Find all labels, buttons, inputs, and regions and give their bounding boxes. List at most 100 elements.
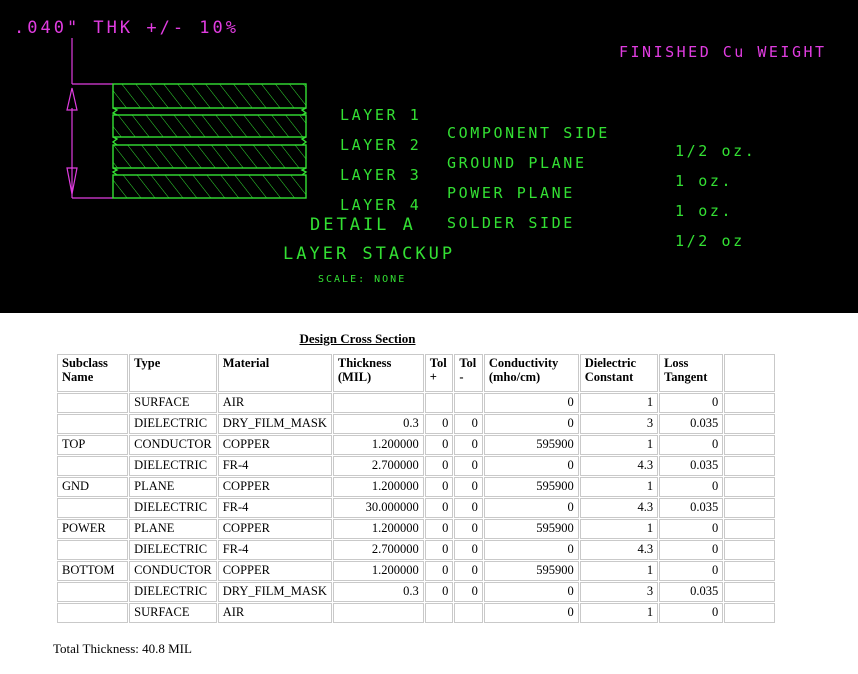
cell-subclass-name [57, 498, 129, 518]
layer-name: LAYER 3 [340, 166, 422, 184]
thickness-note: .040" THK +/- 10% [14, 18, 239, 38]
cell-tol-minus [454, 603, 483, 623]
table-row: DIELECTRIC FR-4 30.000000 0 0 0 4.3 0.035 [57, 498, 775, 518]
cell-type: SURFACE [129, 603, 217, 623]
cell-dielectric-constant: 4.3 [579, 540, 659, 560]
cell-dielectric-constant: 1 [579, 477, 659, 497]
table-row: DIELECTRIC DRY_FILM_MASK 0.3 0 0 0 3 0.035 [57, 414, 775, 434]
stackup-band-layer3 [112, 144, 307, 169]
cell-clipped-column [724, 561, 775, 581]
cell-tol-minus: 0 [454, 498, 483, 518]
cell-subclass-name [57, 582, 129, 602]
cell-thickness: 1.200000 [332, 435, 424, 455]
header-conductivity: Conductivity (mho/cm) [483, 354, 579, 392]
cell-type: DIELECTRIC [129, 540, 217, 560]
cell-type: PLANE [129, 519, 217, 539]
cross-section-table-clip: Subclass Name Type Material Thickness (M… [0, 345, 776, 630]
cell-subclass-name [57, 393, 129, 413]
stackup-band-layer1 [112, 83, 307, 109]
cell-material: COPPER [217, 477, 332, 497]
cell-dielectric-constant: 1 [579, 519, 659, 539]
cell-loss-tangent: 0 [659, 393, 724, 413]
cell-tol-minus: 0 [454, 414, 483, 434]
cell-material: DRY_FILM_MASK [217, 414, 332, 434]
cell-clipped-column [724, 582, 775, 602]
cell-loss-tangent: 0 [659, 477, 724, 497]
cell-subclass-name: BOTTOM [57, 561, 129, 581]
header-dielectric-constant: Dielectric Constant [579, 354, 659, 392]
cell-tol-plus: 0 [424, 519, 454, 539]
cell-tol-minus: 0 [454, 456, 483, 476]
cell-thickness: 1.200000 [332, 519, 424, 539]
layer-name: LAYER 2 [340, 136, 422, 154]
cell-tol-plus: 0 [424, 498, 454, 518]
cell-clipped-column [724, 414, 775, 434]
cell-tol-minus: 0 [454, 540, 483, 560]
cell-dielectric-constant: 4.3 [579, 498, 659, 518]
cell-tol-plus: 0 [424, 582, 454, 602]
cell-tol-plus [424, 393, 454, 413]
cell-tol-plus: 0 [424, 435, 454, 455]
table-row: DIELECTRIC FR-4 2.700000 0 0 0 4.3 0.035 [57, 456, 775, 476]
cell-subclass-name: TOP [57, 435, 129, 455]
cell-dielectric-constant: 3 [579, 414, 659, 434]
cell-loss-tangent: 0.035 [659, 498, 724, 518]
cell-tol-minus: 0 [454, 519, 483, 539]
cell-tol-minus: 0 [454, 561, 483, 581]
cell-tol-minus: 0 [454, 582, 483, 602]
cell-clipped-column [724, 477, 775, 497]
table-row: POWER PLANE COPPER 1.200000 0 0 595900 1 0 [57, 519, 775, 539]
cell-material: COPPER [217, 435, 332, 455]
total-thickness-label: Total Thickness: 40.8 MIL [53, 641, 192, 656]
cell-clipped-column [724, 540, 775, 560]
table-row: BOTTOM CONDUCTOR COPPER 1.200000 0 0 595900 1 0 [57, 561, 775, 581]
layer-desc: GROUND PLANE [447, 154, 587, 172]
cell-material: AIR [217, 393, 332, 413]
cell-loss-tangent: 0 [659, 435, 724, 455]
cell-tol-minus: 0 [454, 435, 483, 455]
cell-type: DIELECTRIC [129, 582, 217, 602]
cell-subclass-name [57, 414, 129, 434]
cell-dielectric-constant: 3 [579, 582, 659, 602]
cell-thickness: 2.700000 [332, 456, 424, 476]
table-row: SURFACE AIR 0 1 0 [57, 603, 775, 623]
table-row: SURFACE AIR 0 1 0 [57, 393, 775, 413]
header-tol-plus: Tol + [424, 354, 454, 392]
cell-thickness: 30.000000 [332, 498, 424, 518]
cell-tol-minus [454, 393, 483, 413]
cell-dielectric-constant: 1 [579, 603, 659, 623]
cell-loss-tangent: 0.035 [659, 414, 724, 434]
cell-clipped-column [724, 519, 775, 539]
cell-dielectric-constant: 1 [579, 393, 659, 413]
cell-thickness: 1.200000 [332, 477, 424, 497]
header-type: Type [129, 354, 217, 392]
dimension-lines [71, 38, 113, 199]
cell-material: FR-4 [217, 540, 332, 560]
cell-thickness: 0.3 [332, 582, 424, 602]
header-tol-minus: Tol - [454, 354, 483, 392]
cell-material: DRY_FILM_MASK [217, 582, 332, 602]
layer-weight: 1 oz. [675, 172, 734, 190]
cell-loss-tangent: 0.035 [659, 456, 724, 476]
cell-conductivity: 0 [483, 540, 579, 560]
detail-label: DETAIL A [310, 215, 416, 235]
cell-conductivity: 0 [483, 393, 579, 413]
cell-tol-plus: 0 [424, 414, 454, 434]
table-row: GND PLANE COPPER 1.200000 0 0 595900 1 0 [57, 477, 775, 497]
header-thickness: Thickness (MIL) [332, 354, 424, 392]
cad-viewport: .040" THK +/- 10% FINISHED Cu WEIGHT LAY… [0, 0, 858, 313]
cell-thickness: 2.700000 [332, 540, 424, 560]
layer-stackup-page: .040" THK +/- 10% FINISHED Cu WEIGHT LAY… [0, 0, 858, 674]
header-loss-tangent: Loss Tangent [659, 354, 724, 392]
cell-thickness [332, 393, 424, 413]
cell-type: DIELECTRIC [129, 498, 217, 518]
cell-conductivity: 595900 [483, 561, 579, 581]
cell-conductivity: 595900 [483, 477, 579, 497]
stackup-band-layer2 [112, 114, 307, 138]
cell-subclass-name: POWER [57, 519, 129, 539]
layer-name: LAYER 4 [340, 196, 422, 214]
cell-dielectric-constant: 4.3 [579, 456, 659, 476]
cell-thickness: 0.3 [332, 414, 424, 434]
cell-tol-plus: 0 [424, 561, 454, 581]
stackup-band-layer4 [112, 174, 307, 199]
